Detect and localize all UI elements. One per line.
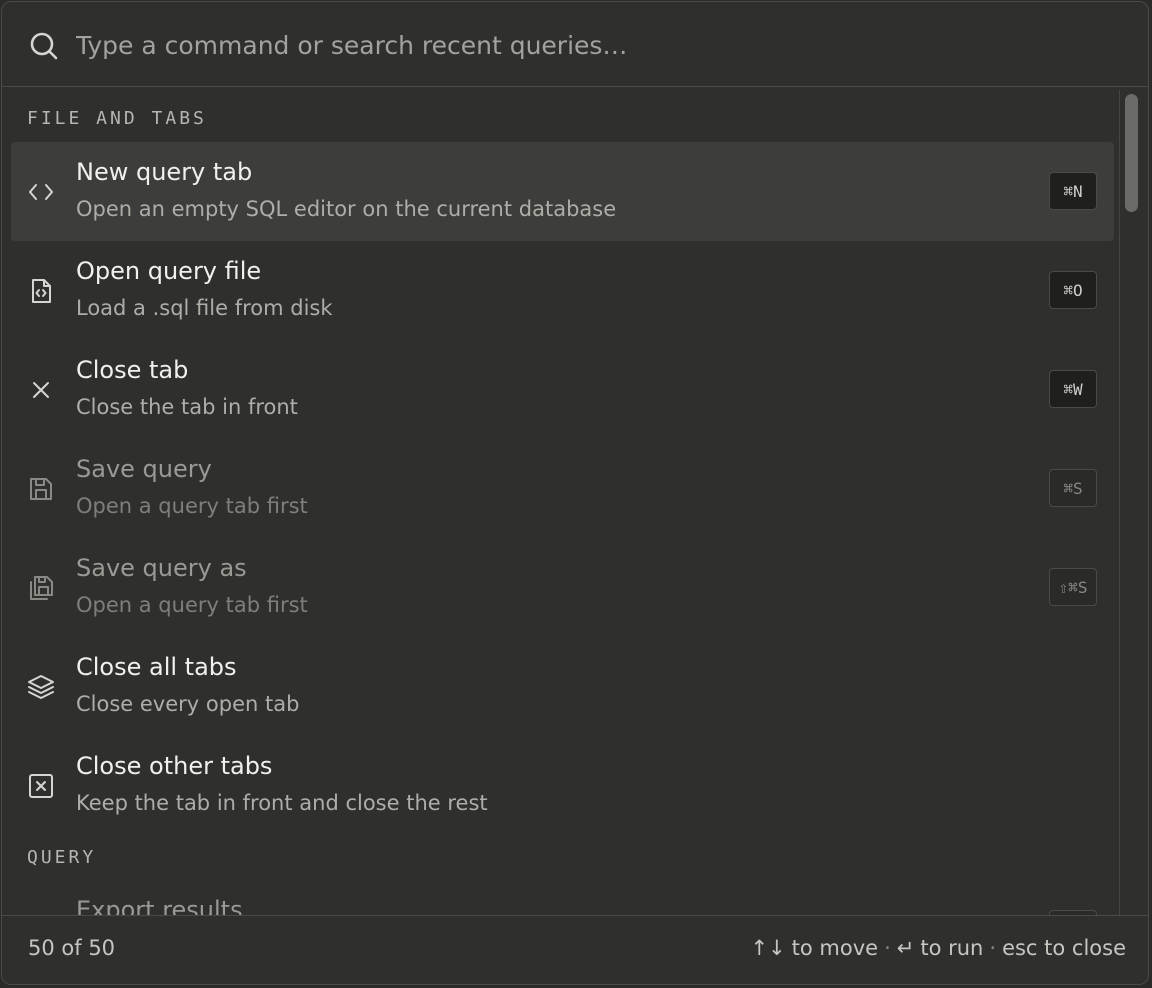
arrow-keys-icon: ↑↓ <box>750 936 786 960</box>
file-code-icon <box>27 277 55 305</box>
shortcut-badge: ⇧⌘S <box>1049 568 1097 606</box>
section-header-file-and-tabs: FILE AND TABS <box>27 108 207 129</box>
separator: · <box>989 936 997 960</box>
layers-icon <box>27 673 55 701</box>
command-description: Load a .sql file from disk <box>76 296 333 320</box>
command-description: Keep the tab in front and close the rest <box>76 791 488 815</box>
command-description: Open a query tab first <box>76 593 308 617</box>
command-title: New query tab <box>76 158 253 186</box>
palette-footer: 50 of 50 ↑↓ to move · ↵ to run · esc to … <box>2 915 1148 984</box>
scrollbar-track[interactable] <box>1119 90 1140 918</box>
command-title: Save query as <box>76 554 247 582</box>
command-list[interactable]: FILE AND TABS New query tab Open an empt… <box>2 87 1148 919</box>
command-item-new-query-tab[interactable]: New query tab Open an empty SQL editor o… <box>11 142 1114 241</box>
save-as-icon <box>27 574 55 602</box>
command-item-close-all-tabs[interactable]: Close all tabs Close every open tab <box>11 637 1114 736</box>
search-icon <box>29 31 59 61</box>
shortcut-badge: ⌘O <box>1049 271 1097 309</box>
command-title: Open query file <box>76 257 262 285</box>
code-icon <box>27 178 55 206</box>
command-title: Close all tabs <box>76 653 237 681</box>
command-description: Open an empty SQL editor on the current … <box>76 197 617 221</box>
command-item-close-tab[interactable]: Close tab Close the tab in front ⌘W <box>11 340 1114 439</box>
scrollbar-thumb[interactable] <box>1125 94 1138 212</box>
command-item-export-results[interactable]: Export results <box>11 880 1114 919</box>
run-hint: to run <box>920 936 984 960</box>
close-square-icon <box>27 772 55 800</box>
command-item-open-query-file[interactable]: Open query file Load a .sql file from di… <box>11 241 1114 340</box>
keyboard-hints: ↑↓ to move · ↵ to run · esc to close <box>750 936 1126 960</box>
command-item-close-other-tabs[interactable]: Close other tabs Keep the tab in front a… <box>11 736 1114 835</box>
search-input[interactable] <box>76 24 1116 66</box>
command-description: Close every open tab <box>76 692 300 716</box>
search-bar <box>2 2 1148 87</box>
command-item-save-query[interactable]: Save query Open a query tab first ⌘S <box>11 439 1114 538</box>
close-hint: esc to close <box>1002 936 1126 960</box>
section-header-query: QUERY <box>27 847 97 868</box>
separator: · <box>884 936 891 960</box>
save-icon <box>27 475 55 503</box>
result-count: 50 of 50 <box>28 936 116 960</box>
command-description: Open a query tab first <box>76 494 308 518</box>
shortcut-badge: ⌘N <box>1049 172 1097 210</box>
command-item-save-query-as[interactable]: Save query as Open a query tab first ⇧⌘S <box>11 538 1114 637</box>
move-hint: to move <box>791 936 879 960</box>
close-icon <box>27 376 55 404</box>
command-description: Close the tab in front <box>76 395 298 419</box>
command-palette: FILE AND TABS New query tab Open an empt… <box>1 1 1149 985</box>
shortcut-badge: ⌘W <box>1049 370 1097 408</box>
command-title: Save query <box>76 455 212 483</box>
command-title: Close tab <box>76 356 189 384</box>
command-title: Close other tabs <box>76 752 273 780</box>
shortcut-badge: ⌘S <box>1049 469 1097 507</box>
enter-key-icon: ↵ <box>896 936 915 960</box>
